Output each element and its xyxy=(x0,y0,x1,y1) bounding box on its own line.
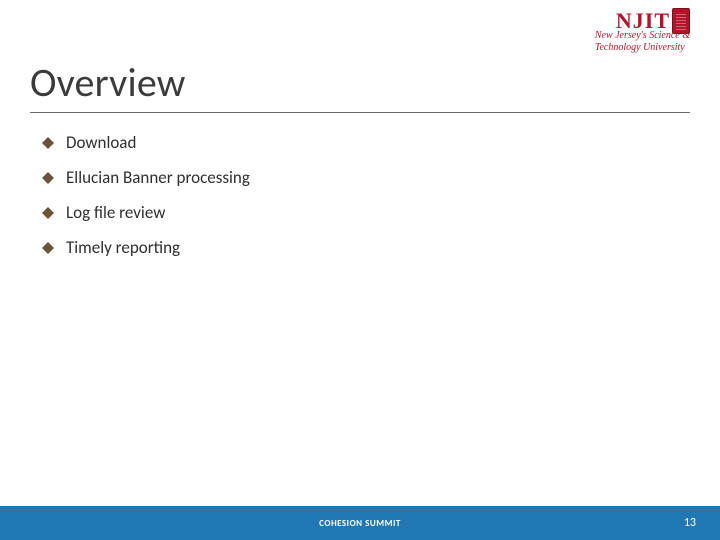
list-item-label: Ellucian Banner processing xyxy=(66,167,250,188)
list-item: Download xyxy=(42,132,680,153)
list-item-label: Timely reporting xyxy=(66,237,180,258)
footer-center-label: COHESION SUMMIT xyxy=(319,518,401,529)
title-block: Overview xyxy=(30,58,690,107)
diamond-bullet-icon xyxy=(42,137,54,149)
footer-bar: COHESION SUMMIT 13 xyxy=(0,506,720,540)
slide: NJIT New Jersey's Science & Technology U… xyxy=(0,0,720,540)
list-item: Timely reporting xyxy=(42,237,680,258)
list-item-label: Log file review xyxy=(66,202,165,223)
list-item-label: Download xyxy=(66,132,136,153)
list-item: Ellucian Banner processing xyxy=(42,167,680,188)
bullet-list: Download Ellucian Banner processing Log … xyxy=(42,132,680,272)
page-number: 13 xyxy=(684,516,696,530)
list-item: Log file review xyxy=(42,202,680,223)
title-divider xyxy=(30,112,690,113)
diamond-bullet-icon xyxy=(42,207,54,219)
logo-tagline-line2: Technology University xyxy=(595,42,690,54)
logo-tagline-line1: New Jersey's Science & xyxy=(595,30,690,42)
diamond-bullet-icon xyxy=(42,242,54,254)
diamond-bullet-icon xyxy=(42,172,54,184)
logo-tagline: New Jersey's Science & Technology Univer… xyxy=(595,30,690,53)
page-title: Overview xyxy=(30,58,690,107)
